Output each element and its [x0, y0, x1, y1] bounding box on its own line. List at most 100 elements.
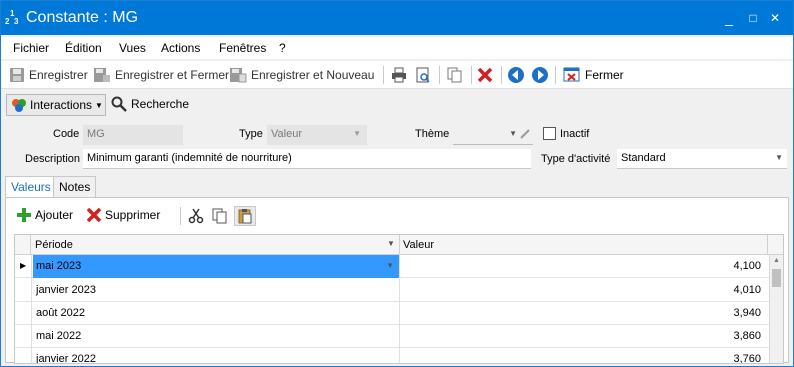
copy-icon [212, 208, 227, 224]
period-cell[interactable]: janvier 2022 [36, 348, 96, 363]
current-row-arrow-icon: ▶ [20, 261, 27, 270]
paste-button[interactable] [234, 206, 256, 226]
code-label: Code [53, 128, 80, 140]
copy-button[interactable] [212, 208, 228, 227]
save-new-label: Enregistrer et Nouveau [251, 68, 375, 82]
vertical-scrollbar[interactable]: ▲ [769, 255, 783, 363]
add-label: Ajouter [35, 208, 74, 222]
selected-cell[interactable]: mai 2023 ▼ [33, 255, 400, 278]
cut-button[interactable] [188, 208, 204, 227]
table-row[interactable]: janvier 2022 3,760 [15, 348, 769, 363]
search-button[interactable]: Recherche [111, 96, 189, 112]
save-label: Enregistrer [29, 68, 88, 82]
delete-label: Supprimer [105, 208, 161, 222]
add-button[interactable]: Ajouter [16, 207, 73, 223]
value-cell[interactable]: 4,010 [733, 279, 761, 302]
secondary-toolbar: Interactions ▼ Recherche [1, 91, 793, 119]
table-row[interactable]: ▶ mai 2023 ▼ 4,100 [15, 255, 769, 278]
close-window-button[interactable]: ✕ [765, 9, 785, 27]
toolbar-separator [471, 66, 472, 84]
arrow-left-circle-icon [508, 67, 524, 83]
save-close-label: Enregistrer et Fermer [115, 68, 230, 82]
value-cell[interactable]: 3,860 [733, 325, 761, 348]
toolbar-separator [439, 66, 440, 84]
minimize-button[interactable]: _ [719, 9, 739, 27]
delete-x-icon [86, 207, 102, 223]
toolbar-separator [180, 207, 181, 225]
chevron-down-icon[interactable]: ▼ [386, 261, 394, 270]
theme-select[interactable]: ▼ [453, 125, 533, 145]
menu-actions[interactable]: Actions [161, 41, 200, 55]
print-button[interactable] [391, 66, 407, 84]
grid-header: Période ▼ Valeur [15, 235, 783, 255]
grid-line [31, 255, 32, 363]
chevron-down-icon: ▼ [353, 129, 361, 138]
save-close-icon [94, 68, 110, 82]
filter-dropdown-icon[interactable]: ▼ [387, 239, 395, 248]
delete-record-button[interactable] [477, 66, 493, 84]
tab-valeurs[interactable]: Valeurs [5, 176, 57, 199]
column-divider [767, 235, 768, 255]
inactive-checkbox[interactable] [543, 127, 556, 140]
toolbar-separator [555, 66, 556, 84]
period-cell: mai 2023 [36, 260, 82, 272]
code-field[interactable]: MG [83, 125, 183, 145]
menu-fenetres[interactable]: Fenêtres [219, 41, 266, 55]
paste-clipboard-icon [238, 209, 252, 224]
delete-button[interactable]: Supprimer [86, 207, 160, 223]
grid-line [399, 255, 400, 363]
value-cell[interactable]: 4,100 [733, 255, 761, 278]
main-toolbar: Enregistrer Enregistrer et Fermer Enregi… [1, 61, 793, 89]
title-bar[interactable]: 1 2 3 Constante : MG _ □ ✕ [1, 1, 793, 35]
scroll-up-icon[interactable]: ▲ [773, 257, 780, 264]
previous-record-button[interactable] [507, 66, 525, 84]
search-icon [111, 96, 127, 112]
tab-notes[interactable]: Notes [53, 176, 97, 198]
theme-label: Thème [415, 128, 450, 140]
activity-type-select[interactable]: Standard ▼ [617, 149, 787, 169]
toolbar-separator [501, 66, 502, 84]
chevron-down-icon: ▼ [775, 153, 783, 162]
copy-record-button[interactable] [447, 66, 463, 84]
application-window: 1 2 3 Constante : MG _ □ ✕ Fichier Éditi… [0, 0, 794, 367]
description-field[interactable]: Minimum garanti (indemnité de nourriture… [83, 149, 531, 169]
type-label: Type [239, 128, 263, 140]
maximize-button[interactable]: □ [743, 9, 763, 27]
save-button[interactable]: Enregistrer [9, 66, 88, 84]
edit-pencil-icon [520, 129, 530, 139]
next-record-button[interactable] [531, 66, 549, 84]
table-row[interactable]: mai 2022 3,860 [15, 325, 769, 348]
period-cell[interactable]: août 2022 [36, 302, 85, 325]
menu-vues[interactable]: Vues [119, 41, 146, 55]
print-preview-button[interactable] [415, 66, 431, 84]
chevron-down-icon: ▼ [95, 100, 103, 110]
period-cell[interactable]: mai 2022 [36, 325, 81, 348]
value-cell[interactable]: 3,940 [733, 302, 761, 325]
table-row[interactable]: janvier 2023 4,010 [15, 279, 769, 302]
table-row[interactable]: août 2022 3,940 [15, 302, 769, 325]
values-panel: Ajouter Supprimer Période ▼ Valeur ▶ mai… [5, 197, 789, 364]
menu-fichier[interactable]: Fichier [13, 41, 49, 55]
save-close-button[interactable]: Enregistrer et Fermer [93, 66, 229, 84]
period-cell[interactable]: janvier 2023 [36, 279, 96, 302]
plus-icon [17, 208, 31, 222]
menu-edition[interactable]: Édition [65, 41, 102, 55]
type-select-value: Valeur [271, 128, 302, 140]
scrollbar-thumb[interactable] [772, 269, 781, 287]
interactions-label: Interactions [30, 98, 93, 112]
arrow-right-circle-icon [532, 67, 548, 83]
value-cell[interactable]: 3,760 [733, 348, 761, 363]
activity-type-value: Standard [621, 152, 666, 164]
close-window-icon [563, 67, 580, 82]
save-new-button[interactable]: Enregistrer et Nouveau [229, 66, 374, 84]
activity-type-label: Type d'activité [541, 153, 611, 165]
menu-help[interactable]: ? [279, 41, 286, 55]
close-button[interactable]: Fermer [563, 66, 624, 84]
constant-app-icon: 1 2 3 [5, 9, 19, 26]
window-title: Constante : MG [26, 9, 139, 26]
chevron-down-icon: ▼ [509, 129, 517, 138]
interactions-icon [12, 99, 26, 112]
interactions-dropdown-button[interactable]: Interactions ▼ [6, 94, 106, 116]
column-divider [399, 235, 400, 255]
type-select[interactable]: Valeur ▼ [267, 125, 367, 145]
